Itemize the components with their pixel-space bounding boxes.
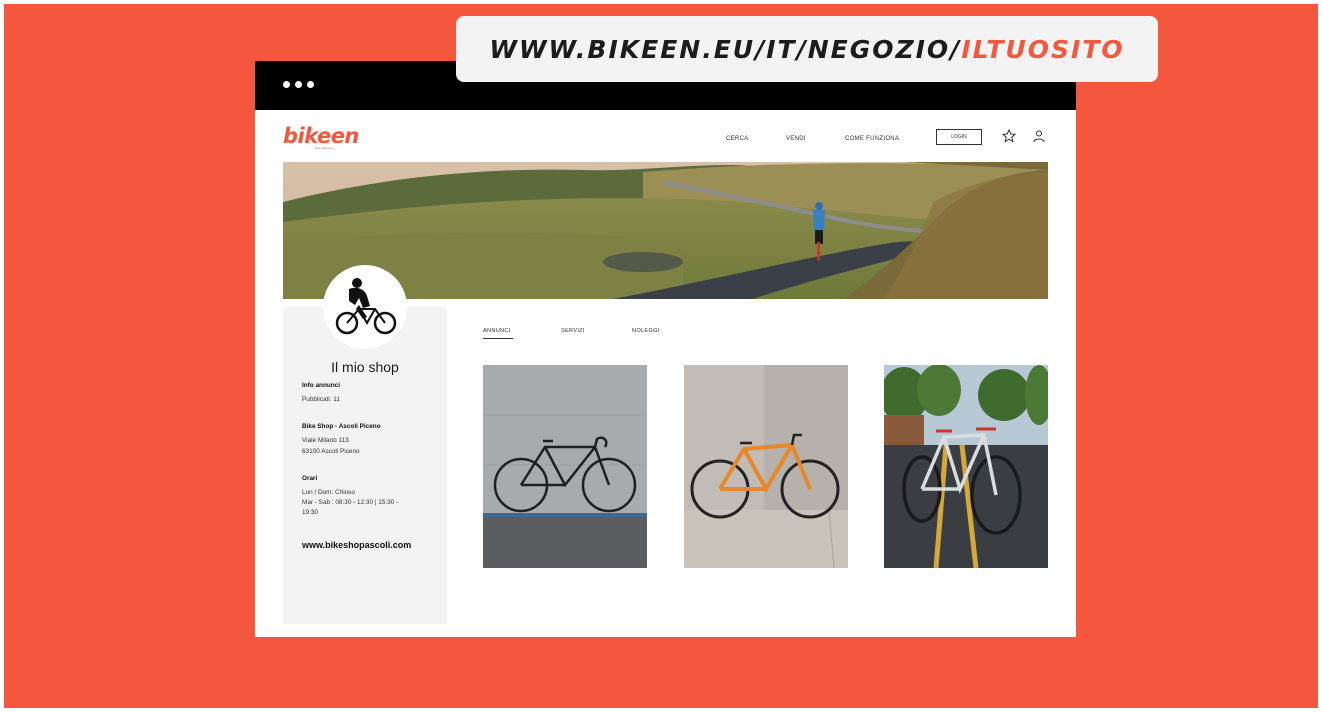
url-banner: WWW.BIKEEN.EU/IT/NEGOZIO/ILTUOSITO — [456, 16, 1158, 82]
hours-line2: Mar - Sab : 08:30 - 12:30 | 15:30 - — [302, 499, 399, 506]
nav-how-it-works[interactable]: COME FUNZIONA — [845, 136, 899, 142]
shop-sidebar — [283, 307, 447, 624]
shop-address-line1: Viale Milano 113 — [302, 437, 349, 444]
shop-name: Bike Shop - Ascoli Piceno — [302, 423, 381, 430]
active-tab-indicator — [483, 338, 513, 339]
shop-website-link[interactable]: www.bikeshopascoli.com — [302, 540, 411, 550]
hours-line1: Lun / Dom: Chiuso — [302, 489, 355, 496]
listing-card[interactable] — [884, 365, 1048, 568]
logo-tagline: bike with love — [315, 146, 334, 150]
tab-ads[interactable]: ANNUNCI — [483, 328, 511, 334]
user-icon[interactable] — [1032, 129, 1046, 143]
star-icon[interactable] — [1002, 129, 1016, 143]
nav-sell[interactable]: VENDI — [786, 136, 806, 142]
tab-rentals[interactable]: NOLEGGI — [632, 328, 660, 334]
login-button[interactable]: LOGIN — [936, 129, 982, 145]
published-count: Pubblicati: 11 — [302, 396, 340, 403]
shop-avatar — [323, 265, 407, 349]
window-dots-icon — [283, 81, 314, 88]
url-prefix: WWW.BIKEEN.EU/IT/NEGOZIO/ — [489, 34, 962, 64]
url-highlight: ILTUOSITO — [961, 34, 1125, 64]
listing-card[interactable] — [684, 365, 848, 568]
shop-address-line2: 63100 Ascoli Piceno — [302, 448, 360, 455]
site-logo[interactable]: bikeen — [283, 124, 359, 148]
tab-services[interactable]: SERVIZI — [561, 328, 585, 334]
info-heading: Info annunci — [302, 382, 340, 389]
nav-search[interactable]: CERCA — [726, 136, 749, 142]
promo-background: WWW.BIKEEN.EU/IT/NEGOZIO/ILTUOSITO bikee… — [4, 4, 1318, 708]
site-header: bikeen bike with love CERCA VENDI COME F… — [255, 110, 1076, 162]
listing-card[interactable] — [483, 365, 647, 568]
browser-window: bikeen bike with love CERCA VENDI COME F… — [255, 61, 1076, 637]
hours-heading: Orari — [302, 475, 318, 482]
hero-banner-image — [283, 162, 1048, 299]
shop-title: Il mio shop — [331, 359, 399, 375]
hours-line3: 19:30 — [302, 509, 318, 516]
